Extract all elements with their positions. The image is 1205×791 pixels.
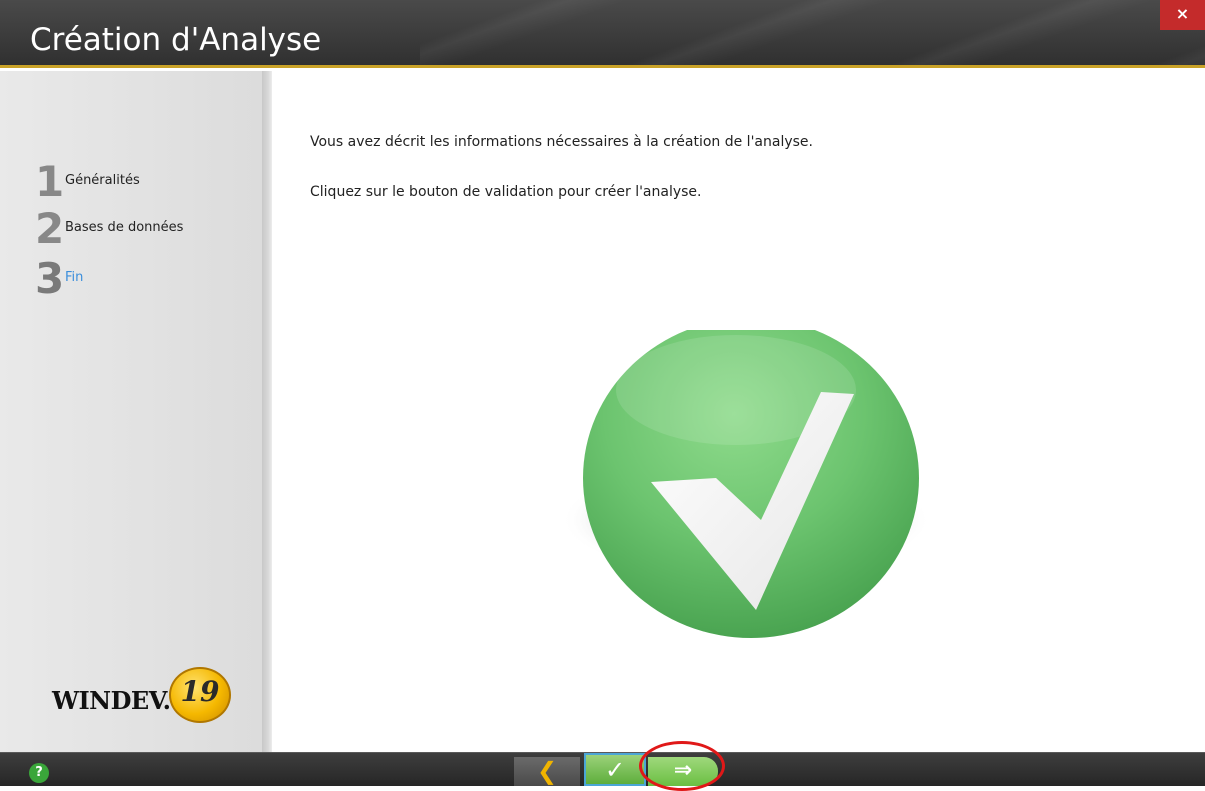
logo-version: 19 xyxy=(180,675,220,708)
step-number: 3 xyxy=(35,254,65,303)
previous-button[interactable]: ❮ xyxy=(514,757,580,786)
title-bar: Création d'Analyse xyxy=(0,0,1205,68)
step-number: 2 xyxy=(35,204,65,253)
step-label: Généralités xyxy=(65,173,140,188)
windev-logo: WINDEV. 19 xyxy=(52,667,242,723)
wizard-sidebar: 1 Généralités 2 Bases de données 3 Fin xyxy=(0,71,262,752)
title-bar-decoration xyxy=(420,0,1205,68)
logo-text: WINDEV. xyxy=(52,686,171,715)
title-accent-line xyxy=(0,65,1205,68)
validate-button[interactable]: ✓ xyxy=(584,753,646,786)
sidebar-divider xyxy=(262,71,272,752)
window-title: Création d'Analyse xyxy=(30,22,322,58)
highlight-annotation xyxy=(639,741,725,791)
wizard-content: Vous avez décrit les informations nécess… xyxy=(272,71,1205,752)
step-label: Bases de données xyxy=(65,220,184,235)
message-line-2: Cliquez sur le bouton de validation pour… xyxy=(310,184,702,200)
step-label: Fin xyxy=(65,270,84,285)
message-line-1: Vous avez décrit les informations nécess… xyxy=(310,134,813,150)
logo-version-badge: 19 xyxy=(169,667,231,723)
check-mark-icon xyxy=(561,330,931,638)
step-number: 1 xyxy=(35,157,65,206)
wizard-footer: ? ❮ ✓ ⇒ xyxy=(0,752,1205,786)
close-button[interactable]: × xyxy=(1160,0,1205,30)
help-button[interactable]: ? xyxy=(29,763,49,783)
